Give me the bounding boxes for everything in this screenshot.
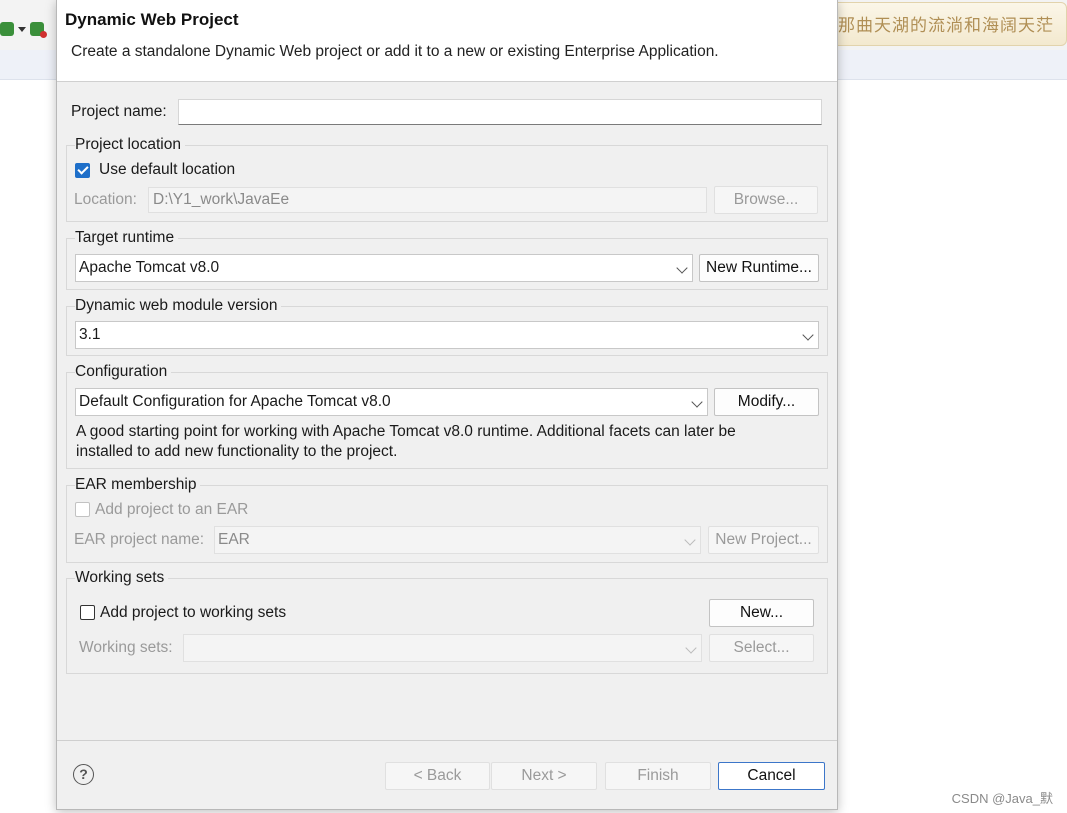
cancel-button[interactable]: Cancel: [718, 762, 825, 790]
project-name-label: Project name:: [71, 103, 167, 120]
chevron-down-icon: [676, 262, 688, 274]
module-version-label: Dynamic web module version: [75, 297, 282, 315]
dialog-title: Dynamic Web Project: [65, 10, 239, 29]
modify-button[interactable]: Modify...: [714, 388, 819, 416]
configuration-description-line1: A good starting point for working with A…: [76, 423, 736, 440]
back-button[interactable]: < Back: [385, 762, 490, 790]
chevron-down-icon: [684, 534, 696, 546]
run-icon[interactable]: [0, 22, 14, 36]
working-sets-label: Working sets: [75, 569, 169, 587]
dialog-description: Create a standalone Dynamic Web project …: [71, 43, 719, 60]
watermark: CSDN @Java_默: [951, 791, 1053, 806]
target-runtime-label: Target runtime: [75, 229, 179, 247]
help-icon[interactable]: ?: [73, 764, 94, 785]
working-sets-field-label: Working sets:: [79, 639, 173, 656]
ear-project-select[interactable]: EAR: [214, 526, 701, 554]
chevron-down-icon: [685, 642, 697, 654]
add-to-working-sets-label: Add project to working sets: [100, 604, 287, 621]
debug-icon[interactable]: [30, 22, 47, 38]
module-version-select[interactable]: 3.1: [75, 321, 819, 349]
new-runtime-button[interactable]: New Runtime...: [699, 254, 819, 282]
banner-text: 那曲天湖的流淌和海阔天茫: [838, 16, 1054, 36]
location-input[interactable]: D:\Y1_work\JavaEe: [148, 187, 707, 213]
add-to-ear-checkbox[interactable]: [75, 502, 90, 517]
footer-separator: [57, 740, 837, 741]
toolbar-icons: [0, 22, 47, 38]
target-runtime-value: Apache Tomcat v8.0: [79, 259, 220, 276]
new-working-set-button[interactable]: New...: [709, 599, 814, 627]
next-button[interactable]: Next >: [491, 762, 597, 790]
configuration-label: Configuration: [75, 363, 172, 381]
project-name-input[interactable]: [178, 99, 822, 125]
select-working-sets-button[interactable]: Select...: [709, 634, 814, 662]
ear-project-name-label: EAR project name:: [74, 531, 205, 548]
project-location-label: Project location: [75, 136, 185, 154]
chevron-down-icon: [802, 329, 814, 341]
finish-button[interactable]: Finish: [605, 762, 711, 790]
new-project-button[interactable]: New Project...: [708, 526, 819, 554]
configuration-value: Default Configuration for Apache Tomcat …: [79, 393, 391, 410]
add-to-ear-label: Add project to an EAR: [95, 501, 249, 518]
dialog-header: Dynamic Web Project Create a standalone …: [57, 0, 837, 82]
configuration-select[interactable]: Default Configuration for Apache Tomcat …: [75, 388, 708, 416]
ear-project-value: EAR: [218, 531, 250, 548]
ear-membership-label: EAR membership: [75, 476, 201, 494]
configuration-description-line2: installed to add new functionality to th…: [76, 443, 398, 460]
working-sets-select[interactable]: [183, 634, 702, 662]
chevron-down-icon[interactable]: [18, 26, 26, 32]
use-default-location-checkbox[interactable]: [75, 163, 90, 178]
location-label: Location:: [74, 191, 137, 208]
dynamic-web-project-dialog: Dynamic Web Project Create a standalone …: [56, 0, 838, 810]
chevron-down-icon: [691, 396, 703, 408]
module-version-value: 3.1: [79, 326, 101, 343]
target-runtime-select[interactable]: Apache Tomcat v8.0: [75, 254, 693, 282]
add-to-working-sets-checkbox[interactable]: [80, 605, 95, 620]
browse-button[interactable]: Browse...: [714, 186, 818, 214]
use-default-location-label: Use default location: [99, 161, 236, 178]
